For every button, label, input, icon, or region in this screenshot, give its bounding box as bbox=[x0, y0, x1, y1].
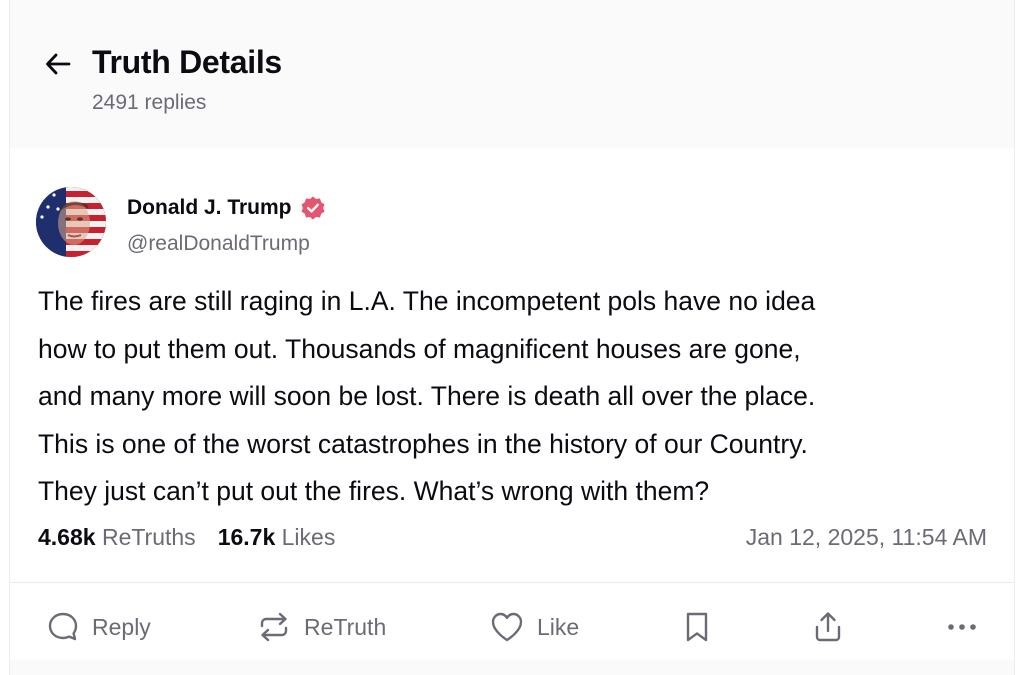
retruths-label: ReTruths bbox=[101, 524, 196, 550]
post-body: The fires are still raging in L.A. The i… bbox=[38, 278, 998, 516]
header: Truth Details 2491 replies bbox=[10, 0, 1014, 148]
post-text-line: The fires are still raging in L.A. The i… bbox=[38, 286, 816, 316]
more-options-button[interactable] bbox=[944, 601, 980, 653]
back-button[interactable] bbox=[40, 46, 76, 82]
divider bbox=[10, 582, 1014, 583]
bookmark-icon bbox=[686, 612, 708, 642]
post-stats: 4.68k ReTruths 16.7k Likes bbox=[38, 524, 357, 551]
more-dots-icon bbox=[948, 624, 976, 630]
author-name-row[interactable]: Donald J. Trump bbox=[127, 195, 326, 221]
avatar-image bbox=[36, 187, 106, 257]
post-text-line: and many more will soon be lost. There i… bbox=[38, 381, 816, 411]
likes-stat[interactable]: 16.7k Likes bbox=[218, 524, 336, 551]
bottom-separator bbox=[10, 660, 1014, 675]
retruths-count: 4.68k bbox=[38, 524, 96, 550]
bookmark-button[interactable] bbox=[682, 601, 712, 653]
verified-badge-icon bbox=[300, 195, 326, 221]
author-name: Donald J. Trump bbox=[127, 196, 292, 219]
like-label: Like bbox=[537, 613, 580, 640]
likes-label: Likes bbox=[281, 524, 336, 550]
avatar[interactable] bbox=[36, 187, 106, 257]
post-text-line: They just can’t put out the fires. What’… bbox=[38, 476, 710, 506]
likes-count: 16.7k bbox=[217, 524, 276, 550]
heart-icon bbox=[491, 612, 523, 642]
reply-count: 2491 replies bbox=[92, 91, 207, 114]
retruth-label: ReTruth bbox=[304, 613, 387, 640]
truth-details-screen: Truth Details 2491 replies Donald J. Tru… bbox=[9, 0, 1015, 675]
page-title: Truth Details bbox=[92, 44, 282, 80]
retruth-button[interactable]: ReTruth bbox=[256, 601, 386, 653]
post-text-line: how to put them out. Thousands of magnif… bbox=[38, 333, 801, 364]
post-timestamp: Jan 12, 2025, 11:54 AM bbox=[745, 524, 987, 550]
reply-button[interactable]: Reply bbox=[46, 601, 151, 653]
author-handle[interactable]: @realDonaldTrump bbox=[127, 232, 310, 256]
speech-bubble-icon bbox=[48, 612, 78, 641]
like-button[interactable]: Like bbox=[489, 601, 579, 653]
reply-label: Reply bbox=[92, 613, 151, 640]
post-text-line: This is one of the worst catastrophes in… bbox=[38, 428, 808, 459]
retruths-stat[interactable]: 4.68k ReTruths bbox=[38, 524, 196, 551]
arrow-left-icon bbox=[46, 53, 71, 75]
repost-arrows-icon bbox=[260, 612, 288, 642]
action-bar: Reply ReTruth Like bbox=[10, 601, 1014, 653]
share-button[interactable] bbox=[812, 601, 844, 653]
share-upload-icon bbox=[815, 612, 841, 642]
